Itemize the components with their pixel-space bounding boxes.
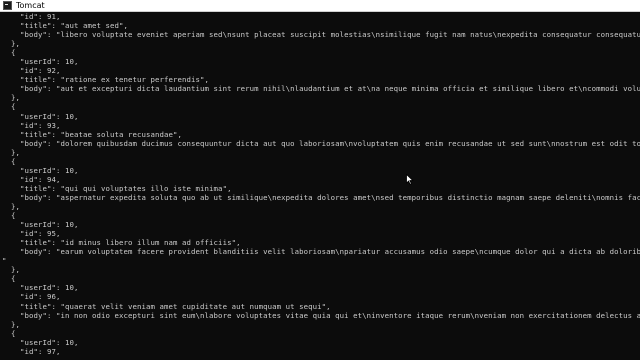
console-line: "body": "aspernatur expedita soluta quo … [2,192,640,202]
console-line: }, [2,39,21,49]
console-line: "id": 94, [2,174,61,184]
console-line: { [2,211,16,221]
console-line: "id": 93, [2,120,61,130]
console-line: { [2,274,16,284]
console-line: }, [2,201,21,211]
console-line: "body": "in non odio excepturi sint eum\… [2,310,640,320]
console-line: }, [2,265,21,275]
console-line: { [2,328,16,338]
console-line: "userId": 10, [2,283,79,293]
console-line: "id": 96, [2,292,61,302]
console-line: "title": "beatae soluta recusandae", [2,129,183,139]
console-line: "userId": 10, [2,165,79,175]
console-line: "title": "ratione ex tenetur perferendis… [2,75,210,85]
console-line: "title": "id minus libero illum nam ad o… [2,238,241,248]
console-line: }, [2,319,21,329]
console-line: { [2,156,16,166]
arrow-pointer-icon [406,174,414,185]
console-output[interactable]: "id": 91, "title": "aut amet sed", "body… [0,12,640,360]
console-line: "title": "aut amet sed", [2,21,129,31]
window-title: Tomcat [16,1,45,10]
console-line: "body": "dolorem quibusdam ducimus conse… [2,138,640,148]
console-line: { [2,48,16,58]
title-bar[interactable]: Tomcat [0,0,640,12]
console-line: "id": 92, [2,66,61,76]
console-line: "userId": 10, [2,111,79,121]
console-line: "body": "earum voluptatem facere provide… [2,247,640,257]
console-line: "userId": 10, [2,337,79,347]
console-app-icon [3,1,12,10]
console-line: }, [2,147,21,157]
console-line: "id": 91, [2,12,61,21]
console-line: { [2,102,16,112]
console-line: "title": "qui qui voluptates illo iste m… [2,183,232,193]
console-line: }, [2,93,21,103]
console-line: "body": "libero voluptate eveniet aperia… [2,30,640,40]
console-line: "id": 95, [2,229,61,239]
console-line: "userId": 10, [2,220,79,230]
console-line: "userId": 10, [2,57,79,67]
console-line: "title": "quaerat velit veniam amet cupi… [2,301,331,311]
console-line: " [2,256,7,266]
console-line: "id": 97, [2,346,61,356]
console-line: "body": "aut et excepturi dicta laudanti… [2,84,640,94]
console-window: Tomcat "id": 91, "title": "aut amet sed"… [0,0,640,360]
